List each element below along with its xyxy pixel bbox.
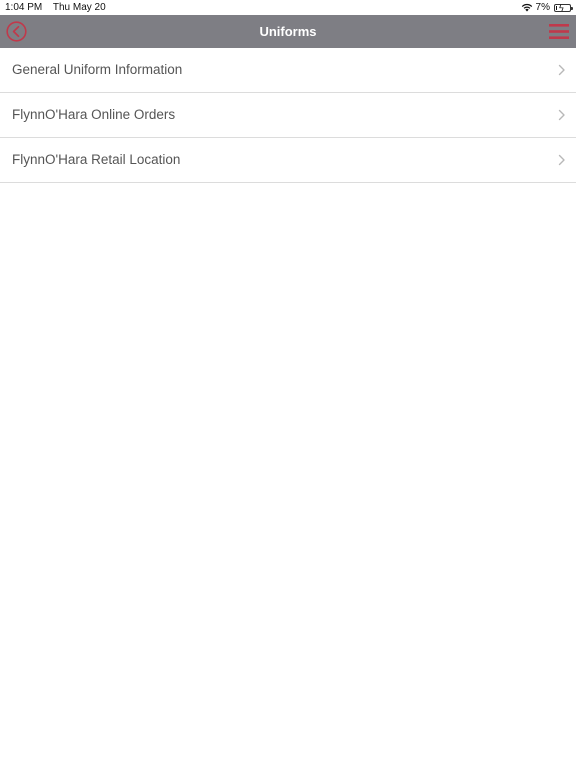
list-item-retail-location[interactable]: FlynnO'Hara Retail Location xyxy=(0,138,576,183)
page-title: Uniforms xyxy=(259,24,317,39)
list-item-label: FlynnO'Hara Retail Location xyxy=(12,152,181,167)
battery-icon: ϟ xyxy=(554,2,573,13)
battery-fill xyxy=(556,5,557,10)
chevron-right-icon xyxy=(558,154,565,166)
status-date: Thu May 20 xyxy=(52,2,106,13)
status-right: 7% ϟ xyxy=(521,0,573,15)
battery-percent: 7% xyxy=(535,2,550,13)
chevron-right-icon xyxy=(558,109,565,121)
nav-bar: Uniforms xyxy=(0,15,576,48)
menu-button[interactable] xyxy=(549,23,569,40)
menu-list: General Uniform Information FlynnO'Hara … xyxy=(0,48,576,183)
screen: 1:04 PM Thu May 20 7% ϟ Uniforms General… xyxy=(0,0,576,768)
status-time: 1:04 PM xyxy=(5,2,43,13)
list-item-label: FlynnO'Hara Online Orders xyxy=(12,107,176,122)
status-left: 1:04 PM Thu May 20 xyxy=(5,0,114,15)
chevron-right-icon xyxy=(558,64,565,76)
charging-bolt-icon: ϟ xyxy=(559,2,564,13)
list-item-general-uniform-information[interactable]: General Uniform Information xyxy=(0,48,576,93)
list-item-label: General Uniform Information xyxy=(12,62,183,77)
list-item-online-orders[interactable]: FlynnO'Hara Online Orders xyxy=(0,93,576,138)
wifi-icon xyxy=(521,3,532,12)
status-bar: 1:04 PM Thu May 20 7% ϟ xyxy=(0,0,576,15)
hamburger-menu-icon xyxy=(549,24,569,39)
